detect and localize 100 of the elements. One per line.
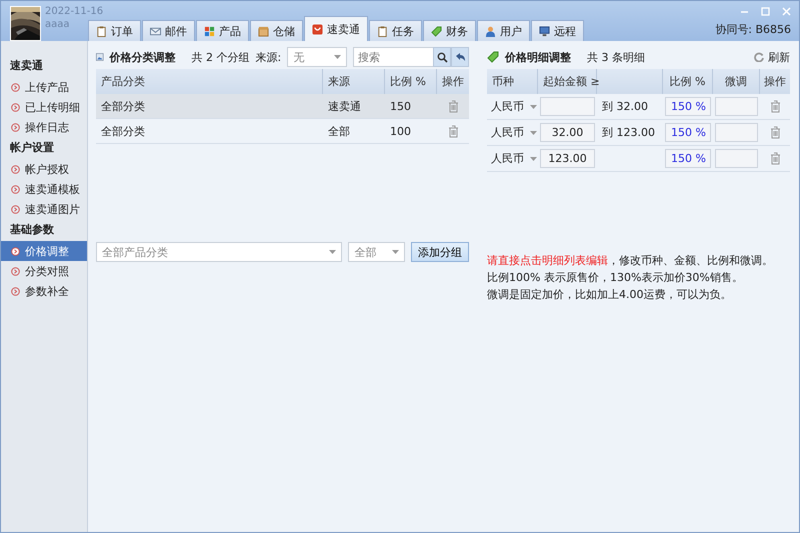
sidebar-item[interactable]: 参数补全 (1, 281, 87, 301)
search-button[interactable] (433, 47, 451, 67)
trash-icon[interactable] (770, 126, 780, 139)
tab[interactable]: 仓储 (250, 20, 303, 41)
refresh-icon (754, 52, 764, 62)
column-header: 微调 (713, 69, 760, 94)
search-icon (436, 52, 448, 62)
play-circle-icon (11, 266, 20, 276)
sidebar-section-title: 速卖通 (9, 58, 44, 74)
tab[interactable]: 任务 (369, 20, 422, 41)
column-header: 操作 (763, 74, 787, 90)
note-text: 微调是固定加价，比如加上4.00运费，可以为负。 (487, 287, 732, 303)
source-dropdown[interactable]: 无 (287, 47, 347, 67)
image-icon (96, 51, 104, 63)
caret-icon (530, 156, 537, 160)
undo-button[interactable] (451, 47, 469, 67)
currency-dropdown[interactable]: 人民币 (487, 125, 538, 140)
group-count: 共 2 个分组 (192, 50, 250, 64)
column-header: 操作 (441, 74, 465, 90)
panel-title: 价格明细调整 (505, 50, 571, 64)
trash-icon[interactable] (770, 152, 780, 165)
tab[interactable]: 订单 (88, 20, 141, 41)
panel-title: 价格分类调整 (110, 50, 176, 64)
category-dropdown[interactable]: 全部产品分类 (96, 242, 342, 262)
search-field[interactable]: 搜索 (353, 47, 433, 67)
sidebar-item[interactable]: 上传产品 (1, 77, 87, 97)
user-icon (485, 26, 496, 36)
sidebar-section-title: 基础参数 (9, 222, 55, 238)
trash-icon[interactable] (770, 100, 780, 113)
currency-dropdown[interactable]: 人民币 (487, 99, 538, 114)
clipboard-icon (377, 26, 388, 36)
caret-icon (392, 250, 399, 254)
user-name: aaaa (45, 18, 71, 31)
play-circle-icon (11, 204, 20, 214)
tag-icon (487, 51, 499, 63)
bag-icon (312, 24, 323, 34)
note-text: 请直接点击明细列表编辑，修改币种、金额、比例和微调。 (487, 253, 774, 269)
play-circle-icon (11, 102, 20, 112)
table-cell-text: 速卖通 (327, 98, 362, 114)
source-dropdown[interactable]: 全部 (348, 242, 405, 262)
clipboard-icon (96, 26, 107, 36)
adjust-field[interactable] (715, 123, 758, 142)
ratio-field[interactable]: 150 % (665, 123, 711, 142)
close-icon[interactable] (782, 7, 791, 16)
play-circle-icon (11, 184, 20, 194)
sidebar-item[interactable]: 分类对照 (1, 261, 87, 281)
grid-icon (204, 26, 215, 36)
sidebar-item[interactable]: 速卖通模板 (1, 179, 87, 199)
column-header: 币种 (487, 69, 538, 94)
trash-icon[interactable] (448, 100, 458, 112)
adjust-field[interactable] (715, 97, 758, 116)
caret-icon (334, 55, 341, 59)
refresh-button[interactable]: 刷新 (754, 50, 790, 64)
note-text: 比例100% 表示原售价，130%表示加价30%销售。 (487, 270, 744, 286)
monitor-icon (539, 26, 550, 36)
amount-field[interactable] (540, 97, 595, 116)
adjust-field[interactable] (715, 149, 758, 168)
amount-field[interactable]: 123.00 (540, 149, 595, 168)
maximize-icon[interactable] (761, 7, 770, 16)
column-header: 起始金额 ≥ (538, 69, 597, 94)
ratio-field[interactable]: 150 % (665, 149, 711, 168)
envelope-icon (150, 26, 161, 36)
play-circle-icon (11, 122, 20, 132)
tab[interactable]: 财务 (423, 20, 476, 41)
caret-icon (530, 104, 537, 108)
currency-dropdown[interactable]: 人民币 (487, 151, 538, 166)
play-circle-icon (11, 82, 20, 92)
column-header: 比例 % (663, 69, 713, 94)
tag-icon (431, 26, 442, 36)
tab[interactable]: 速卖通 (304, 16, 368, 41)
sidebar-item[interactable]: 价格调整 (1, 241, 87, 261)
sidebar-item[interactable]: 已上传明细 (1, 97, 87, 117)
tab[interactable]: 远程 (531, 20, 584, 41)
table-cell-text: 全部分类 (100, 124, 146, 140)
date-text: 2022-11-16 (45, 5, 104, 18)
tab[interactable]: 邮件 (142, 20, 195, 41)
trash-icon[interactable] (448, 124, 458, 138)
sidebar-item[interactable]: 操作日志 (1, 117, 87, 137)
undo-arrow-icon (454, 52, 466, 62)
detail-count: 共 3 条明细 (587, 50, 645, 64)
table-cell-text: 100 (389, 124, 412, 140)
sidebar-item[interactable]: 速卖通图片 (1, 199, 87, 219)
range-end-text: 到 32.00 (602, 99, 648, 114)
play-circle-icon (11, 164, 20, 174)
sync-id-label: 协同号: B6856 (715, 22, 791, 37)
range-end-text: 到 123.00 (602, 125, 655, 140)
table-cell-text: 全部 (327, 124, 351, 140)
tab[interactable]: 用户 (477, 20, 530, 41)
add-group-button[interactable]: 添加分组 (411, 242, 469, 262)
table-cell-text: 150 (389, 98, 412, 114)
table-cell-text: 全部分类 (100, 98, 146, 114)
ratio-field[interactable]: 150 % (665, 97, 711, 116)
play-circle-icon (11, 286, 20, 296)
sidebar-section-title: 帐户设置 (9, 140, 55, 156)
tab[interactable]: 产品 (196, 20, 249, 41)
source-label: 来源: (256, 50, 282, 64)
box-icon (258, 26, 269, 36)
play-circle-icon (11, 246, 20, 256)
amount-field[interactable]: 32.00 (540, 123, 595, 142)
sidebar-item[interactable]: 帐户授权 (1, 159, 87, 179)
